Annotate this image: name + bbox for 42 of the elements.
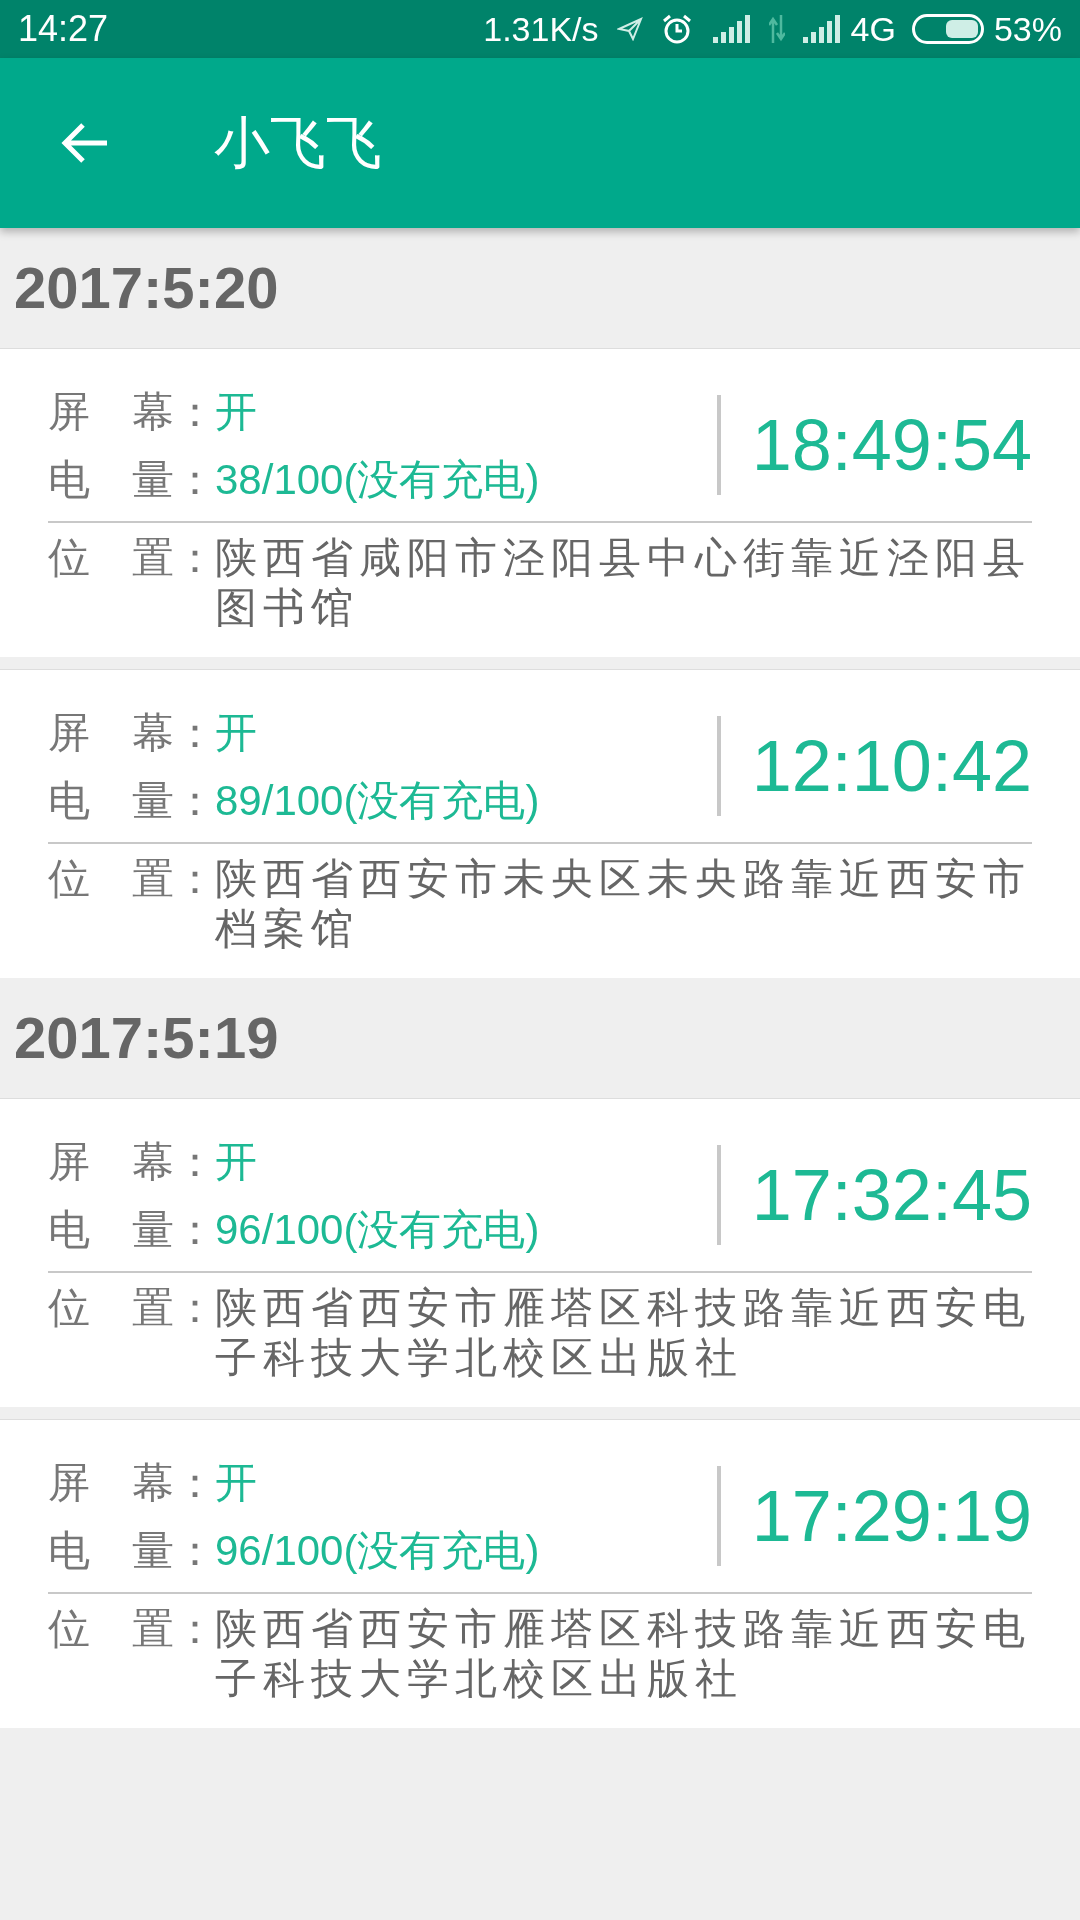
field-label: 屏 幕：: [48, 1136, 215, 1187]
field-label: 电 量：: [48, 1525, 215, 1576]
battery-percent-text: 53%: [993, 12, 1062, 46]
location-text: 陕西省西安市雁塔区科技路靠近西安电子科技大学北校区出版社: [215, 1283, 1032, 1383]
date-heading: 2017:5:20: [14, 259, 279, 317]
paper-plane-icon: [616, 17, 643, 41]
screen-state-text: 开: [215, 1457, 257, 1508]
battery-level-text: 89/100(没有充电): [215, 775, 540, 826]
screen-state-text: 开: [215, 386, 257, 437]
alarm-clock-icon: [660, 13, 693, 45]
location-text: 陕西省咸阳市泾阳县中心街靠近泾阳县图书馆: [215, 533, 1032, 633]
battery-icon: [911, 14, 984, 44]
field-label: 位 置：: [48, 854, 215, 904]
data-arrows-icon: [768, 15, 785, 43]
field-label: 屏 幕：: [48, 1457, 215, 1508]
battery-level-text: 96/100(没有充电): [215, 1525, 540, 1576]
record-time: 12:10:42: [751, 730, 1032, 802]
date-heading: 2017:5:19: [14, 1009, 279, 1067]
field-label: 位 置：: [48, 1283, 215, 1333]
location-text: 陕西省西安市雁塔区科技路靠近西安电子科技大学北校区出版社: [215, 1604, 1032, 1704]
screen-state-text: 开: [215, 707, 257, 758]
record-time: 17:32:45: [751, 1159, 1032, 1231]
battery-level-text: 38/100(没有充电): [215, 454, 540, 505]
field-label: 位 置：: [48, 1604, 215, 1654]
record-time: 17:29:19: [751, 1480, 1032, 1552]
battery-level-text: 96/100(没有充电): [215, 1204, 540, 1255]
clock-text: 14:27: [18, 11, 109, 47]
field-label: 电 量：: [48, 1204, 215, 1255]
field-label: 屏 幕：: [48, 707, 215, 758]
signal-icon: [712, 15, 751, 43]
field-label: 电 量：: [48, 775, 215, 826]
network-speed-text: 1.31K/s: [483, 12, 599, 46]
back-arrow-icon: [59, 121, 109, 165]
field-label: 屏 幕：: [48, 386, 215, 437]
signal-icon: [802, 15, 841, 43]
network-type-text: 4G: [850, 12, 896, 46]
page-title: 小飞飞: [214, 110, 382, 176]
location-text: 陕西省西安市未央区未央路靠近西安市档案馆: [215, 854, 1032, 954]
screen-state-text: 开: [215, 1136, 257, 1187]
record-time: 18:49:54: [751, 409, 1032, 481]
field-label: 位 置：: [48, 533, 215, 583]
field-label: 电 量：: [48, 454, 215, 505]
